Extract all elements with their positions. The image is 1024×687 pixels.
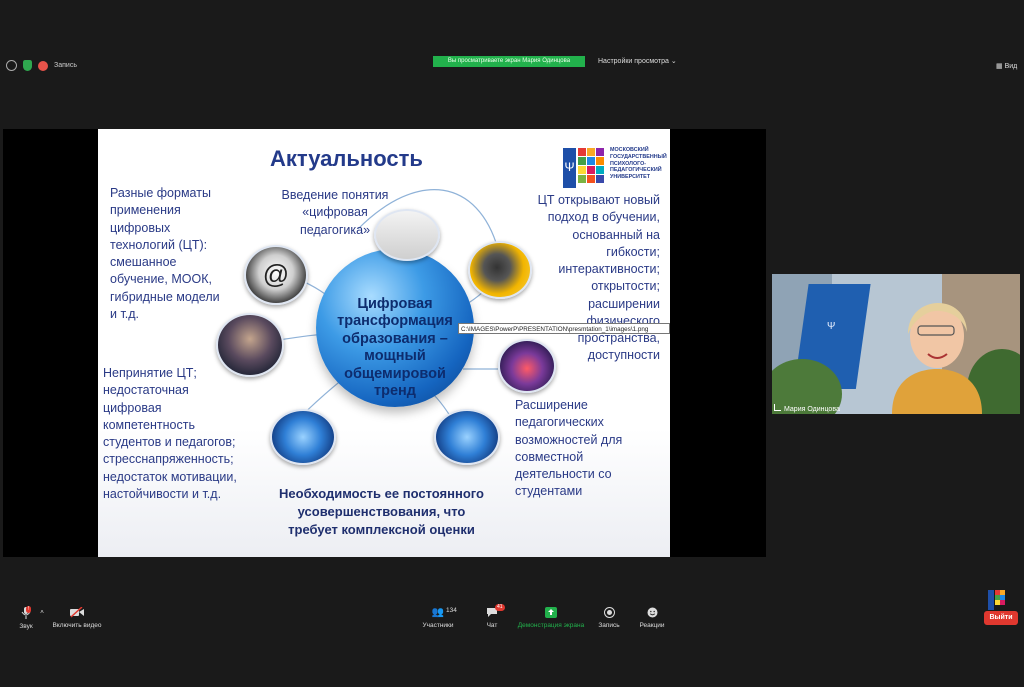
reactions-label: Реакции <box>639 622 665 629</box>
audio-options-caret[interactable]: ˄ <box>38 609 46 616</box>
participant-name-text: Мария Одинцова <box>784 406 840 413</box>
text-line: настойчивости и т.д. <box>103 486 222 501</box>
text-block-barriers: Непринятие ЦТ; недостаточная цифровая ко… <box>103 365 237 503</box>
text-block-formats: Разные форматы применения цифровых техно… <box>110 185 220 323</box>
text-line: студентов и педагогов; <box>103 435 236 449</box>
view-grid-icon: ▦ <box>996 63 1003 70</box>
svg-text:Ψ: Ψ <box>827 321 835 332</box>
text-line: общемировой <box>344 365 446 382</box>
participants-count: 134 <box>446 607 457 614</box>
digital-data-bubble-left <box>270 409 336 465</box>
smiley-plus-icon <box>647 607 657 618</box>
university-logo: Ψ <box>561 145 606 192</box>
record-button[interactable]: Запись <box>596 607 622 629</box>
globe-caption: Цифровая трансформация образования – мощ… <box>303 296 487 400</box>
svg-text:Ψ: Ψ <box>564 160 574 174</box>
university-mini-logo <box>988 590 1005 610</box>
text-line: Расширение <box>515 398 588 412</box>
share-screen-icon <box>545 607 557 618</box>
office-workers-bubble <box>374 209 440 261</box>
text-line: технологий (ЦТ): <box>110 237 208 252</box>
meeting-info-icon[interactable] <box>6 60 17 71</box>
text-line: педагогических <box>515 415 604 430</box>
participants-label: Участники <box>422 622 454 629</box>
video-camera-off-icon <box>70 607 84 618</box>
text-line: тренд <box>374 382 416 399</box>
participant-video-tile[interactable]: Ψ <box>772 274 1020 414</box>
text-line: мощный <box>364 348 426 365</box>
view-button[interactable]: ▦ Вид <box>996 62 1017 70</box>
reactions-button[interactable]: Реакции <box>638 607 666 629</box>
leave-meeting-button[interactable]: Выйти <box>984 611 1018 625</box>
text-line: компетентность <box>103 417 195 432</box>
presentation-slide: Актуальность Ψ МОСКОВСКИЙ ГОСУДАРСТВЕННЫ… <box>98 129 670 557</box>
text-line: Разные форматы <box>110 186 211 200</box>
text-line: гибкости; <box>606 244 660 259</box>
view-label: Вид <box>1004 63 1018 70</box>
text-line: обучение, МООК, <box>110 272 212 287</box>
abstract-network-bubble <box>498 339 556 393</box>
share-screen-button[interactable]: Демонстрация экрана <box>516 607 586 629</box>
text-line: Введение понятия <box>281 188 389 202</box>
screen-share-banner: Вы просматриваете экран Мария Одинцова <box>433 56 585 67</box>
at-sign-icon: @ <box>262 259 290 289</box>
text-line: студентами <box>515 484 583 499</box>
university-logo-text: МОСКОВСКИЙ ГОСУДАРСТВЕННЫЙ ПСИХОЛОГО-ПЕД… <box>610 147 667 180</box>
signal-strength-icon <box>774 404 781 411</box>
view-options-label: Настройки просмотра <box>598 58 669 65</box>
chevron-up-icon: ˄ <box>40 609 44 616</box>
text-line: цифровых <box>110 220 171 235</box>
text-line: недостаток мотивации, <box>103 469 237 484</box>
recording-icon <box>38 60 48 71</box>
record-label: Запись <box>598 622 620 629</box>
text-line: основанный на <box>572 227 660 242</box>
text-line: и т.д. <box>110 306 140 321</box>
text-line: Цифровая <box>357 296 433 312</box>
text-line: подход в обучении, <box>547 210 660 225</box>
top-status-group: Запись <box>6 60 77 71</box>
text-line: требует комплексной оценки <box>288 521 475 537</box>
participant-video-frame: Ψ <box>772 274 1020 414</box>
text-line: ЦТ открывают новый <box>537 193 660 207</box>
text-line: смешанное <box>110 255 177 269</box>
text-block-collaboration: Расширение педагогических возможностей д… <box>515 397 622 501</box>
text-line: Непринятие ЦТ; <box>103 366 197 380</box>
share-screen-label: Демонстрация экрана <box>517 622 585 629</box>
text-line: гибридные модели <box>110 289 220 304</box>
start-video-button[interactable]: Включить видео <box>50 607 104 629</box>
participant-name-label: Мария Одинцова <box>774 404 840 413</box>
text-line: Необходимость ее постоянного <box>279 486 484 501</box>
phone-globe-bubble <box>468 241 532 299</box>
video-label: Включить видео <box>52 622 102 629</box>
text-line: усовершенствования, что <box>297 503 466 519</box>
file-path-tooltip: C:\IMAGES\PowerP\PRESENTATION\presmtatio… <box>458 323 670 334</box>
text-line: возможностей для <box>515 432 623 447</box>
text-line: расширении <box>588 296 660 311</box>
chat-label: Чат <box>486 622 498 629</box>
text-line: применения <box>110 203 181 218</box>
email-at-bubble: @ <box>244 245 308 305</box>
digital-data-bubble-right <box>434 409 500 465</box>
text-line: стресснапряженность; <box>103 452 234 467</box>
slide-title: Актуальность <box>270 146 423 171</box>
text-block-improvement: Необходимость ее постоянного усовершенст… <box>263 485 500 539</box>
audio-label: Звук <box>19 623 33 630</box>
text-line: открытости; <box>591 279 660 294</box>
text-line: цифровая <box>103 400 162 415</box>
view-options-dropdown[interactable]: Настройки просмотра ⌄ <box>598 57 677 65</box>
text-line: совместной <box>515 449 584 464</box>
text-line: деятельности со <box>515 467 612 481</box>
security-shield-icon[interactable] <box>23 60 32 71</box>
recording-label: Запись <box>54 62 77 69</box>
chat-unread-badge: 41 <box>495 604 505 611</box>
businessman-bubble <box>216 313 284 377</box>
text-line: недостаточная <box>103 383 189 398</box>
record-icon <box>603 607 615 618</box>
